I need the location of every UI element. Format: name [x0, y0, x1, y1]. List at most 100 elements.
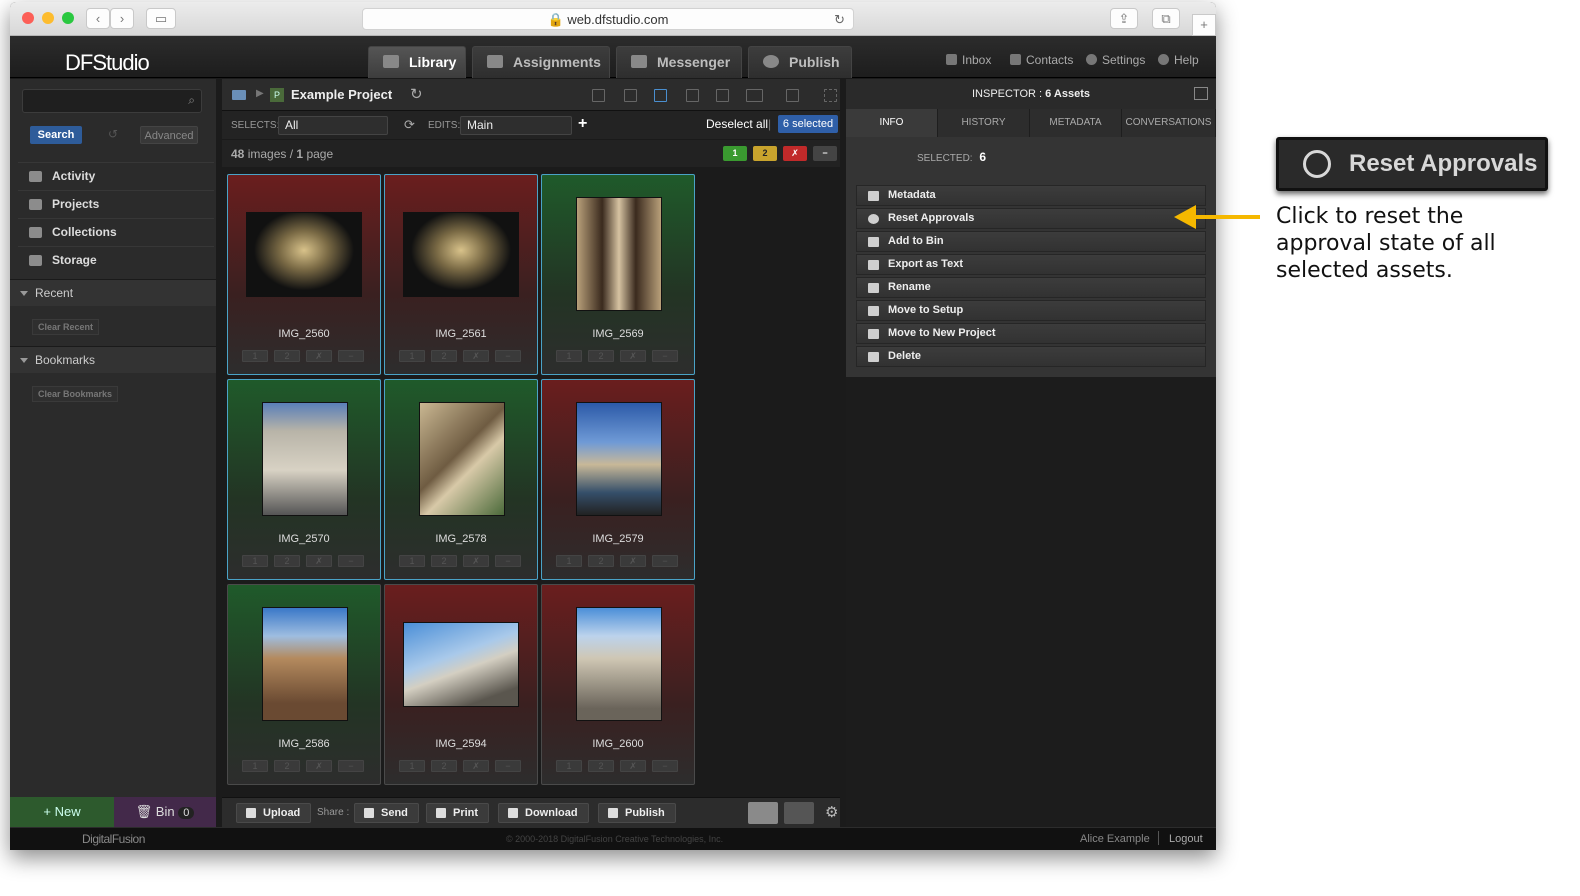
- settings-link[interactable]: Settings: [1086, 53, 1145, 67]
- minimize-window-button[interactable]: [42, 12, 54, 24]
- rate-one-button[interactable]: 1: [556, 555, 582, 567]
- asset-thumbnail[interactable]: [246, 212, 362, 297]
- clear-rating-button[interactable]: −: [652, 760, 678, 772]
- rate-one-button[interactable]: 1: [399, 350, 425, 362]
- rate-two-button[interactable]: 2: [431, 350, 457, 362]
- back-button[interactable]: ‹: [86, 8, 110, 29]
- layout-toggle-icon[interactable]: [784, 802, 814, 824]
- asset-card[interactable]: IMG_2579 1 2 ✗ −: [541, 379, 695, 580]
- sidebar-item-storage[interactable]: Storage: [18, 246, 214, 273]
- asset-card[interactable]: IMG_2600 1 2 ✗ −: [541, 584, 695, 785]
- clear-recent-button[interactable]: Clear Recent: [32, 319, 100, 335]
- tab-assignments[interactable]: Assignments: [472, 46, 610, 78]
- contacts-link[interactable]: Contacts: [1010, 53, 1073, 67]
- inbox-link[interactable]: Inbox: [946, 53, 991, 67]
- clear-rating-button[interactable]: −: [652, 555, 678, 567]
- search-button[interactable]: Search: [30, 126, 82, 144]
- reload-icon[interactable]: ↻: [834, 9, 845, 30]
- new-button[interactable]: + New: [10, 797, 114, 827]
- rate-one-button[interactable]: 1: [242, 350, 268, 362]
- asset-thumbnail[interactable]: [403, 622, 519, 707]
- rate-two-button[interactable]: 2: [588, 350, 614, 362]
- reject-button[interactable]: ✗: [463, 760, 489, 772]
- refresh-icon[interactable]: ↻: [410, 85, 423, 103]
- reject-button[interactable]: ✗: [463, 350, 489, 362]
- tab-publish[interactable]: Publish: [748, 46, 852, 78]
- bin-button[interactable]: 🗑 Bin 0: [114, 797, 216, 827]
- clear-rating-button[interactable]: −: [652, 350, 678, 362]
- rate-one-button[interactable]: 1: [399, 760, 425, 772]
- asset-thumbnail[interactable]: [262, 402, 348, 516]
- close-window-button[interactable]: [22, 12, 34, 24]
- asset-card[interactable]: IMG_2569 1 2 ✗ −: [541, 174, 695, 375]
- asset-thumbnail[interactable]: [576, 402, 662, 516]
- asset-thumbnail[interactable]: [262, 607, 348, 721]
- rate-two-button[interactable]: 2: [274, 760, 300, 772]
- new-tab-button[interactable]: +: [1192, 14, 1216, 36]
- overlap-view-icon[interactable]: [786, 89, 799, 102]
- address-bar[interactable]: 🔒 web.dfstudio.com ↻: [362, 8, 854, 30]
- tab-info[interactable]: INFO: [846, 109, 938, 137]
- sidebar-item-collections[interactable]: Collections: [18, 218, 214, 245]
- tab-history[interactable]: HISTORY: [938, 109, 1030, 137]
- add-edit-icon[interactable]: +: [578, 115, 587, 133]
- tabs-button[interactable]: ⧉: [1152, 8, 1180, 29]
- sidebar-item-projects[interactable]: Projects: [18, 190, 214, 217]
- tab-metadata[interactable]: METADATA: [1030, 109, 1122, 137]
- selects-dropdown[interactable]: All: [278, 116, 388, 135]
- clear-rating-button[interactable]: −: [495, 760, 521, 772]
- list-view-icon[interactable]: [592, 89, 605, 102]
- zoom-window-button[interactable]: [62, 12, 74, 24]
- edits-dropdown[interactable]: Main: [460, 116, 572, 135]
- filter-flag-two[interactable]: 2: [753, 146, 777, 161]
- asset-thumbnail[interactable]: [403, 212, 519, 297]
- metadata-action[interactable]: Metadata: [856, 185, 1206, 206]
- asset-thumbnail[interactable]: [576, 197, 662, 311]
- deselect-all-link[interactable]: Deselect all: [706, 117, 768, 131]
- collapse-panel-icon[interactable]: [1194, 87, 1208, 100]
- tab-conversations[interactable]: CONVERSATIONS: [1122, 109, 1216, 137]
- rate-two-button[interactable]: 2: [588, 555, 614, 567]
- asset-card[interactable]: IMG_2586 1 2 ✗ −: [227, 584, 381, 785]
- tab-library[interactable]: Library: [368, 46, 466, 78]
- bookmarks-section-header[interactable]: Bookmarks: [10, 346, 216, 373]
- move-to-setup-action[interactable]: Move to Setup: [856, 300, 1206, 321]
- rename-action[interactable]: Rename: [856, 277, 1206, 298]
- asset-thumbnail[interactable]: [419, 402, 505, 516]
- asset-card[interactable]: IMG_2594 1 2 ✗ −: [384, 584, 538, 785]
- rate-two-button[interactable]: 2: [588, 760, 614, 772]
- recent-section-header[interactable]: Recent: [10, 279, 216, 306]
- sidebar-toggle-button[interactable]: ▭: [146, 8, 176, 29]
- rate-one-button[interactable]: 1: [556, 350, 582, 362]
- reject-button[interactable]: ✗: [620, 555, 646, 567]
- filter-flag-one[interactable]: 1: [723, 146, 747, 161]
- publish-button[interactable]: Publish: [598, 803, 676, 823]
- export-as-text-action[interactable]: Export as Text: [856, 254, 1206, 275]
- search-input[interactable]: ⌕: [22, 89, 202, 113]
- clear-rating-button[interactable]: −: [338, 350, 364, 362]
- advanced-button[interactable]: Advanced: [140, 126, 198, 144]
- logout-link[interactable]: Logout: [1169, 833, 1203, 845]
- compare-view-icon[interactable]: [746, 89, 763, 102]
- delete-action[interactable]: Delete: [856, 346, 1206, 367]
- reject-button[interactable]: ✗: [306, 555, 332, 567]
- rate-two-button[interactable]: 2: [431, 760, 457, 772]
- asset-card[interactable]: IMG_2570 1 2 ✗ −: [227, 379, 381, 580]
- reject-button[interactable]: ✗: [306, 760, 332, 772]
- share-button[interactable]: ⇪: [1110, 8, 1138, 29]
- asset-card[interactable]: IMG_2578 1 2 ✗ −: [384, 379, 538, 580]
- clear-bookmarks-button[interactable]: Clear Bookmarks: [32, 386, 119, 402]
- filter-flag-reject[interactable]: ✗: [783, 146, 807, 161]
- rate-two-button[interactable]: 2: [431, 555, 457, 567]
- rate-one-button[interactable]: 1: [242, 555, 268, 567]
- asset-thumbnail[interactable]: [576, 607, 662, 721]
- rate-two-button[interactable]: 2: [274, 555, 300, 567]
- gear-icon[interactable]: ⚙: [825, 803, 838, 821]
- asset-card[interactable]: IMG_2560 1 2 ✗ −: [227, 174, 381, 375]
- download-button[interactable]: Download: [498, 803, 589, 823]
- approvals-toggle-icon[interactable]: [748, 802, 778, 824]
- rate-two-button[interactable]: 2: [274, 350, 300, 362]
- rate-one-button[interactable]: 1: [556, 760, 582, 772]
- single-view-icon[interactable]: [716, 89, 729, 102]
- upload-button[interactable]: Upload: [236, 803, 312, 823]
